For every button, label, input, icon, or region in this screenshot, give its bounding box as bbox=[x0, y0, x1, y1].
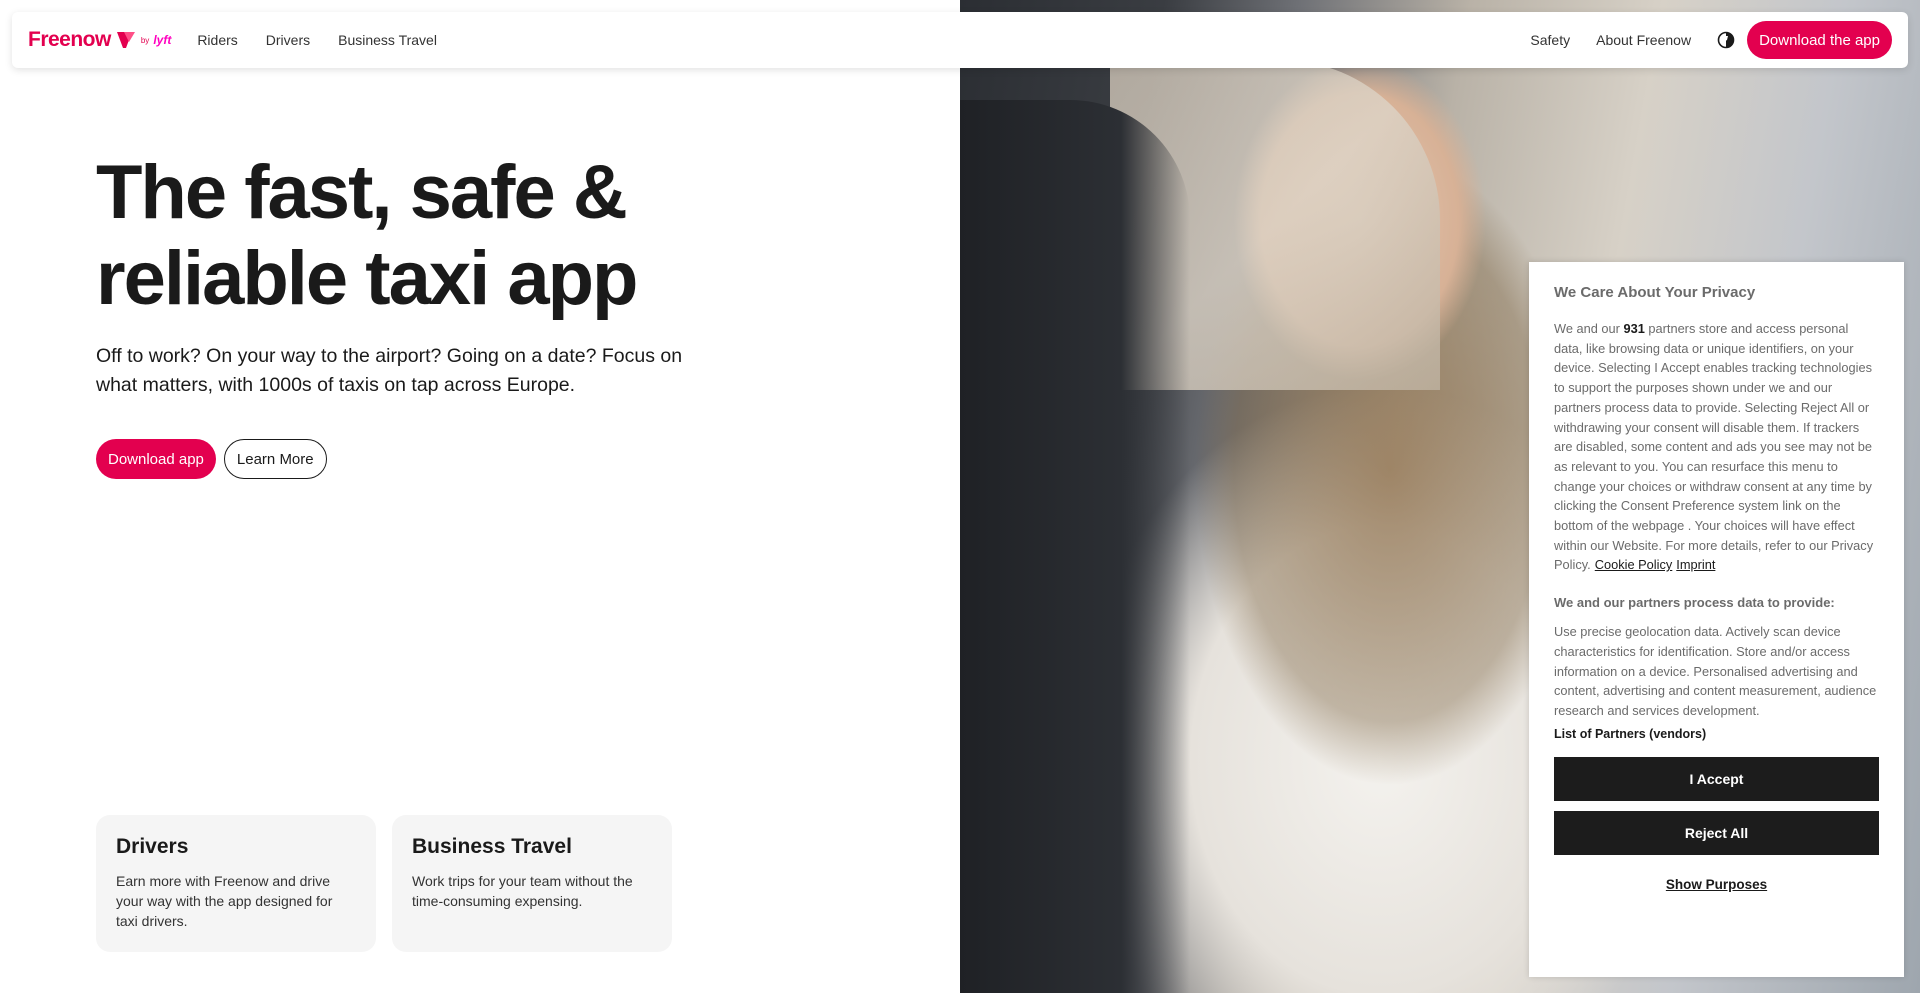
download-app-nav-button[interactable]: Download the app bbox=[1747, 21, 1892, 59]
learn-more-button[interactable]: Learn More bbox=[223, 439, 327, 479]
hero-title-line2: reliable taxi app bbox=[96, 236, 638, 321]
drivers-card-text: Earn more with Freenow and drive your wa… bbox=[116, 873, 333, 929]
hero-buttons: Download app Learn More bbox=[96, 439, 327, 479]
drivers-card-title: Drivers bbox=[116, 835, 189, 858]
hero-title: The fast, safe & reliable taxi app bbox=[96, 150, 736, 322]
privacy-consent-panel: We Care About Your Privacy We and our 93… bbox=[1529, 262, 1904, 977]
accept-button[interactable]: I Accept bbox=[1554, 756, 1879, 801]
reject-all-button[interactable]: Reject All bbox=[1554, 810, 1879, 855]
nav-drivers[interactable]: Drivers bbox=[266, 32, 310, 48]
nav-riders[interactable]: Riders bbox=[197, 32, 237, 48]
show-purposes-link[interactable]: Show Purposes bbox=[1554, 877, 1879, 892]
purposes-text: Use precise geolocation data. Actively s… bbox=[1554, 624, 1877, 718]
privacy-body-prefix: We and our bbox=[1554, 321, 1624, 336]
nav-right-group: Safety About Freenow Download the app bbox=[1530, 21, 1892, 59]
nav-safety[interactable]: Safety bbox=[1530, 32, 1570, 48]
cookie-policy-link[interactable]: Cookie Policy bbox=[1595, 557, 1673, 572]
privacy-body: We and our 931 partners store and access… bbox=[1554, 319, 1879, 575]
drivers-card[interactable]: Drivers Earn more with Freenow and drive… bbox=[96, 815, 376, 952]
top-navbar: Freenow by lyft Riders Drivers Business … bbox=[12, 12, 1908, 68]
logo-text: Freenow bbox=[28, 28, 111, 51]
business-travel-card-text: Work trips for your team without the tim… bbox=[412, 873, 633, 909]
business-travel-card-title: Business Travel bbox=[412, 835, 572, 858]
freenow-logo[interactable]: Freenow by lyft bbox=[28, 28, 171, 52]
logo-by: by bbox=[140, 35, 150, 45]
logo-mark-icon bbox=[116, 32, 135, 48]
car-seat bbox=[960, 100, 1190, 993]
partner-count: 931 bbox=[1623, 321, 1645, 336]
privacy-title: We Care About Your Privacy bbox=[1554, 284, 1756, 301]
lyft-logo: lyft bbox=[153, 33, 172, 47]
download-app-button[interactable]: Download app bbox=[96, 439, 216, 479]
business-travel-card[interactable]: Business Travel Work trips for your team… bbox=[392, 815, 672, 952]
purposes-title: We and our partners process data to prov… bbox=[1554, 595, 1835, 611]
privacy-body-main: partners store and access personal data,… bbox=[1554, 321, 1874, 573]
nav-business-travel[interactable]: Business Travel bbox=[338, 32, 437, 48]
hero-title-line1: The fast, safe & bbox=[96, 150, 628, 235]
imprint-link[interactable]: Imprint bbox=[1676, 557, 1715, 572]
globe-icon[interactable] bbox=[1717, 31, 1735, 49]
hero-subtitle: Off to work? On your way to the airport?… bbox=[96, 345, 683, 396]
nav-about[interactable]: About Freenow bbox=[1596, 32, 1691, 48]
partners-list-link[interactable]: List of Partners (vendors) bbox=[1554, 727, 1879, 741]
